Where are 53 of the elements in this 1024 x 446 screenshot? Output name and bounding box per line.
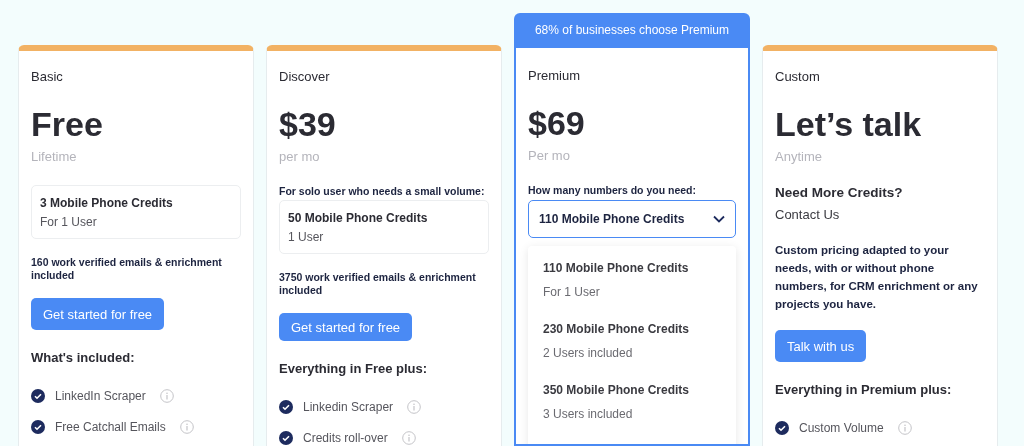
plan-name: Premium: [528, 68, 580, 84]
credit-subtitle: 1 User: [288, 229, 325, 245]
chevron-down-icon: [713, 215, 725, 223]
plan-price: $69: [528, 103, 585, 143]
plan-price: Let’s talk: [775, 104, 922, 144]
option-subtitle: 2 Users included: [543, 345, 634, 361]
plan-price: Free: [31, 104, 103, 144]
dropdown-option[interactable]: 230 Mobile Phone Credits 2 Users included: [543, 315, 721, 366]
option-title: 230 Mobile Phone Credits: [543, 321, 691, 337]
features-heading: What's included:: [31, 350, 135, 366]
emails-text: 3750 work verified emails & enrichment included: [279, 271, 477, 296]
credit-title: 50 Mobile Phone Credits: [288, 210, 429, 226]
badge-banner: 68% of businesses choose Premium: [514, 13, 750, 48]
field-label: For solo user who needs a small volume:: [279, 185, 485, 198]
option-subtitle: For 1 User: [543, 284, 601, 300]
feature-label: Free Catchall Emails: [55, 419, 166, 435]
feature-label: Linkedin Scraper: [303, 399, 394, 415]
credit-title: 3 Mobile Phone Credits: [40, 195, 174, 211]
plan-name: Basic: [31, 69, 63, 85]
plan-price: $39: [279, 104, 336, 144]
credits-dropdown[interactable]: 110 Mobile Phone Credits: [528, 200, 736, 238]
contact-heading: Need More Credits?: [775, 185, 903, 201]
dropdown-value: 110 Mobile Phone Credits: [539, 212, 685, 226]
credit-subtitle: For 1 User: [40, 214, 98, 230]
feature-label: LinkedIn Scraper: [55, 388, 146, 404]
check-icon: [279, 400, 293, 414]
dropdown-option[interactable]: 350 Mobile Phone Credits 3 Users included: [543, 376, 721, 427]
option-title: 350 Mobile Phone Credits: [543, 382, 691, 398]
description: Custom pricing adapted to your needs, with or without phone numbers, for CRM enrichment or any projects you have.: [775, 243, 979, 312]
field-label: How many numbers do you need:: [528, 184, 697, 197]
info-icon[interactable]: [159, 389, 174, 403]
info-icon[interactable]: [407, 400, 422, 414]
features-heading: Everything in Free plus:: [279, 361, 428, 377]
info-icon[interactable]: [179, 420, 194, 434]
feature-label: Credits roll-over: [303, 430, 388, 446]
info-icon[interactable]: [897, 421, 912, 435]
plan-name: Discover: [279, 69, 330, 85]
check-icon: [31, 389, 45, 403]
check-icon: [775, 421, 789, 435]
dropdown-option[interactable]: 110 Mobile Phone Credits For 1 User: [543, 254, 721, 305]
option-title: 110 Mobile Phone Credits: [543, 260, 690, 276]
features-heading: Everything in Premium plus:: [775, 382, 952, 398]
feature-label: Custom Volume: [799, 420, 884, 436]
option-subtitle: 3 Users included: [543, 406, 634, 422]
check-icon: [31, 420, 45, 434]
plan-name: Custom: [775, 69, 820, 85]
price-period: Lifetime: [31, 149, 77, 165]
price-period: Per mo: [528, 148, 570, 164]
price-period: Anytime: [775, 149, 822, 165]
emails-text: 160 work verified emails & enrichment included: [31, 256, 223, 281]
contact-link[interactable]: Contact Us: [775, 207, 840, 223]
price-period: per mo: [279, 149, 320, 165]
info-icon[interactable]: [401, 431, 416, 445]
